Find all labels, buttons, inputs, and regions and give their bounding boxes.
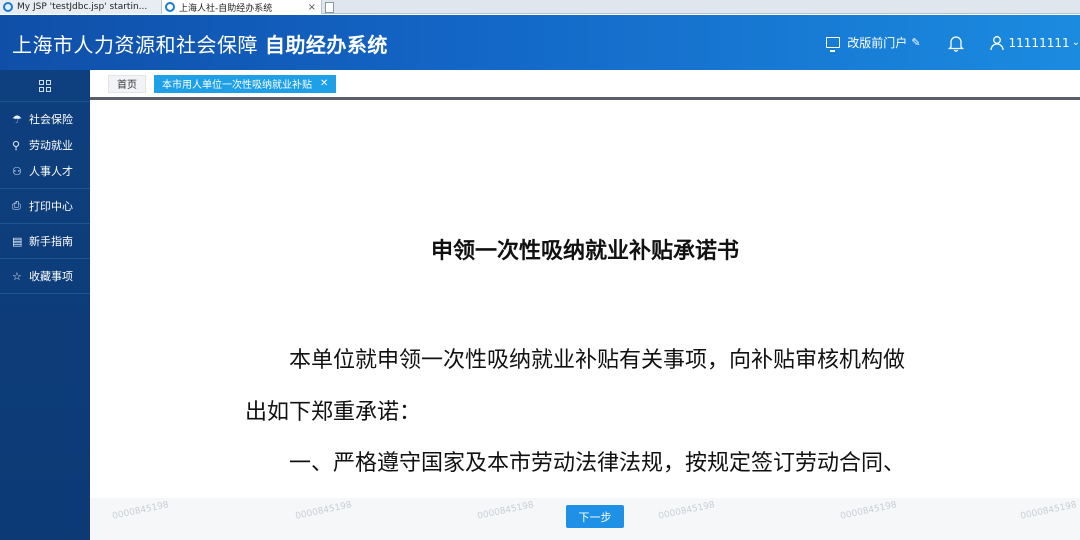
sidebar-item-social-insurance[interactable]: ☂ 社会保险 bbox=[0, 106, 90, 132]
sidebar-item-guide[interactable]: ▤ 新手指南 bbox=[0, 228, 90, 254]
app-header: 上海市人力资源和社会保障 自助经办系统 改版前门户 ✎ 11111111 ⌄ bbox=[0, 15, 1080, 70]
sidebar-item-employment[interactable]: ⚲ 劳动就业 bbox=[0, 132, 90, 158]
old-portal-link[interactable]: 改版前门户 ✎ bbox=[826, 34, 921, 52]
action-footer: 0000845198 0000845198 0000845198 0000845… bbox=[90, 498, 1080, 540]
old-portal-label: 改版前门户 bbox=[847, 36, 908, 50]
sidebar-item-label: 社会保险 bbox=[29, 113, 73, 126]
watermark: 0000845198 bbox=[657, 500, 716, 522]
sidebar-item-label: 人事人才 bbox=[29, 165, 73, 178]
browser-tab-label: 上海人社-自助经办系统 bbox=[179, 3, 273, 14]
document-paragraph: 出如下郑重承诺： bbox=[245, 400, 422, 425]
umbrella-icon: ☂ bbox=[12, 112, 22, 126]
sidebar-group-favorites: ☆ 收藏事项 bbox=[0, 259, 90, 294]
new-tab-button[interactable] bbox=[322, 0, 336, 14]
app-title: 上海市人力资源和社会保障 自助经办系统 bbox=[12, 29, 388, 58]
sidebar-item-personnel[interactable]: ⚇ 人事人才 bbox=[0, 158, 90, 184]
app-title-bold: 自助经办系统 bbox=[264, 33, 388, 57]
document-title: 申领一次性吸纳就业补贴承诺书 bbox=[430, 238, 739, 264]
guide-icon: ▤ bbox=[12, 234, 23, 248]
browser-tab-label: My JSP 'testJdbc.jsp' startin... bbox=[17, 2, 148, 12]
watermark: 0000845198 bbox=[111, 500, 170, 522]
tab-home-label: 首页 bbox=[117, 80, 137, 91]
worker-icon: ⚲ bbox=[12, 138, 21, 152]
sidebar-group-services: ☂ 社会保险 ⚲ 劳动就业 ⚇ 人事人才 bbox=[0, 102, 90, 189]
tab-active-label: 本市用人单位一次性吸纳就业补贴 bbox=[162, 80, 312, 91]
sidebar-item-label: 打印中心 bbox=[29, 200, 73, 213]
ie-icon bbox=[165, 2, 175, 12]
new-tab-icon bbox=[324, 1, 334, 13]
sidebar-item-favorites[interactable]: ☆ 收藏事项 bbox=[0, 263, 90, 289]
star-icon: ☆ bbox=[12, 269, 22, 283]
sidebar-item-label: 劳动就业 bbox=[29, 139, 73, 152]
close-icon[interactable]: ✕ bbox=[320, 78, 328, 89]
bell-icon[interactable] bbox=[947, 34, 965, 52]
pen-icon: ✎ bbox=[911, 36, 921, 49]
watermark: 0000845198 bbox=[839, 500, 898, 522]
ie-icon bbox=[3, 2, 13, 12]
app-grid-icon[interactable] bbox=[0, 70, 90, 102]
next-step-button[interactable]: 下一步 bbox=[566, 505, 624, 528]
people-icon: ⚇ bbox=[12, 164, 22, 178]
app-title-main: 上海市人力资源和社会保障 bbox=[12, 33, 265, 57]
user-icon bbox=[989, 35, 1004, 50]
sidebar-item-label: 收藏事项 bbox=[29, 270, 73, 283]
browser-tab-testjdbc[interactable]: My JSP 'testJdbc.jsp' startin... bbox=[0, 0, 162, 14]
commitment-document: 申领一次性吸纳就业补贴承诺书 本单位就申领一次性吸纳就业补贴有关事项，向补贴审核… bbox=[90, 103, 1080, 498]
close-tab-icon[interactable]: × bbox=[308, 2, 316, 13]
tab-home[interactable]: 首页 bbox=[108, 74, 146, 93]
sidebar-item-print-center[interactable]: ⎙ 打印中心 bbox=[0, 193, 90, 219]
document-paragraph: 一、严格遵守国家及本市劳动法律法规，按规定签订劳动合同、 bbox=[289, 451, 906, 476]
sidebar-item-label: 新手指南 bbox=[29, 235, 73, 248]
watermark: 0000845198 bbox=[1019, 500, 1078, 522]
watermark: 0000845198 bbox=[294, 500, 353, 522]
watermark: 0000845198 bbox=[476, 500, 535, 522]
printer-icon: ⎙ bbox=[12, 199, 21, 212]
browser-tab-selfservice[interactable]: 上海人社-自助经办系统 × bbox=[162, 0, 322, 14]
tab-hiring-subsidy[interactable]: 本市用人单位一次性吸纳就业补贴 ✕ bbox=[154, 74, 337, 93]
monitor-icon bbox=[826, 37, 841, 52]
browser-tab-strip: My JSP 'testJdbc.jsp' startin... 上海人社-自助… bbox=[0, 0, 1080, 14]
content-tab-bar: 首页 本市用人单位一次性吸纳就业补贴 ✕ bbox=[90, 70, 1080, 100]
chevron-down-icon: ⌄ bbox=[1071, 37, 1080, 48]
sidebar-group-guide: ▤ 新手指南 bbox=[0, 224, 90, 259]
sidebar: ☂ 社会保险 ⚲ 劳动就业 ⚇ 人事人才 ⎙ 打印中心 ▤ 新手指南 ☆ 收藏事… bbox=[0, 70, 90, 540]
user-menu[interactable]: 11111111 ⌄ bbox=[989, 35, 1080, 51]
document-paragraph: 本单位就申领一次性吸纳就业补贴有关事项，向补贴审核机构做 bbox=[289, 348, 906, 373]
username: 11111111 bbox=[1008, 35, 1070, 50]
sidebar-group-print: ⎙ 打印中心 bbox=[0, 189, 90, 224]
